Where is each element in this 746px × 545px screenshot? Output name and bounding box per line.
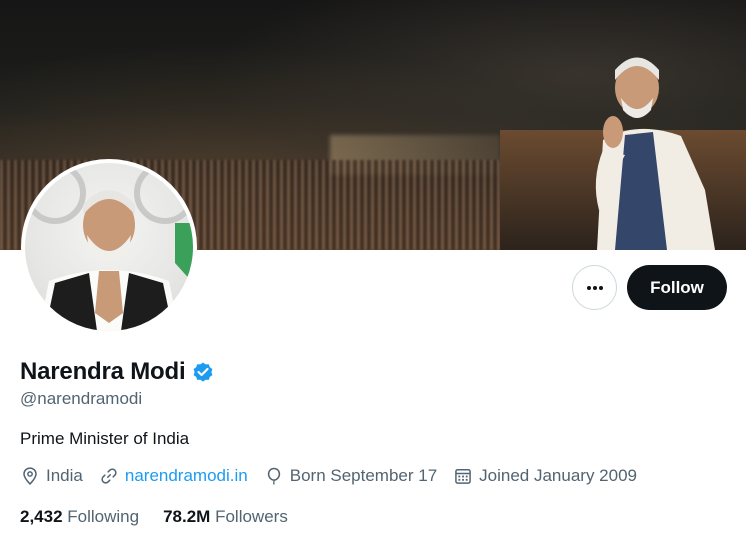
avatar-illustration <box>25 163 193 331</box>
meta-birthday: Born September 17 <box>264 466 437 486</box>
profile-stats: 2,432 Following 78.2M Followers <box>20 507 312 527</box>
following-label: Following <box>67 507 140 526</box>
profile-handle: @narendramodi <box>20 389 143 408</box>
avatar-photo <box>25 163 193 331</box>
banner-person-illustration <box>595 57 715 250</box>
joined-text: Joined January 2009 <box>479 466 637 485</box>
location-text: India <box>46 466 83 485</box>
followers-label: Followers <box>215 507 288 526</box>
profile-name: Narendra Modi <box>20 358 186 385</box>
profile-bio: Prime Minister of India <box>20 429 190 448</box>
location-pin-icon <box>23 467 37 485</box>
profile-avatar[interactable] <box>21 159 197 335</box>
followers-stat[interactable]: 78.2M Followers <box>163 507 288 527</box>
follow-button[interactable]: Follow <box>627 265 727 310</box>
balloon-icon <box>267 467 280 485</box>
profile-name-row: Narendra Modi <box>20 358 215 386</box>
following-count: 2,432 <box>20 507 63 526</box>
profile-meta: India narendramodi.in Born September 17 … <box>20 466 653 486</box>
following-stat[interactable]: 2,432 Following <box>20 507 139 527</box>
verified-badge-icon[interactable] <box>191 360 215 384</box>
meta-website[interactable]: narendramodi.in <box>99 466 248 486</box>
followers-count: 78.2M <box>163 507 211 526</box>
meta-location: India <box>20 466 83 486</box>
meta-joined: Joined January 2009 <box>453 466 637 486</box>
more-options-button[interactable] <box>572 265 617 310</box>
link-icon <box>101 468 117 484</box>
more-horizontal-icon <box>586 285 603 290</box>
calendar-icon <box>455 469 471 484</box>
birthday-text: Born September 17 <box>289 466 438 485</box>
website-link[interactable]: narendramodi.in <box>125 466 248 486</box>
